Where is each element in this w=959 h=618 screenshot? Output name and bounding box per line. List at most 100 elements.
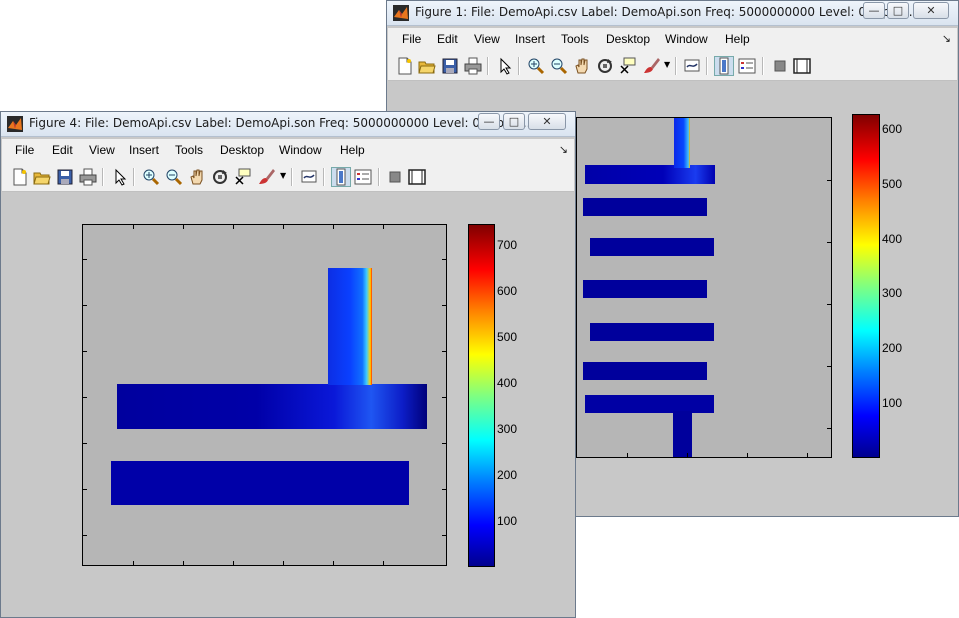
axis-tick xyxy=(283,561,284,565)
field-patch xyxy=(328,268,372,385)
field-patch xyxy=(673,411,692,457)
menu-insert[interactable]: Insert xyxy=(515,32,545,46)
open-file-icon[interactable] xyxy=(418,57,436,75)
data-cursor-icon[interactable] xyxy=(234,168,252,186)
minimize-button[interactable]: — xyxy=(863,2,885,19)
insert-colorbar-icon[interactable] xyxy=(714,56,734,76)
insert-legend-icon[interactable] xyxy=(354,168,372,186)
link-plot-icon[interactable] xyxy=(683,57,701,75)
insert-legend-icon[interactable] xyxy=(738,57,756,75)
figure-1-axes[interactable] xyxy=(576,117,832,458)
toolbar-separator xyxy=(378,168,380,186)
axis-tick xyxy=(442,535,446,536)
menu-edit[interactable]: Edit xyxy=(52,143,73,157)
close-icon: ✕ xyxy=(926,4,936,17)
toolbar-separator xyxy=(762,57,764,75)
zoom-out-icon[interactable] xyxy=(550,57,568,75)
menu-desktop[interactable]: Desktop xyxy=(606,32,650,46)
toolbar-separator xyxy=(518,57,520,75)
rotate-3d-icon[interactable] xyxy=(596,57,614,75)
menu-window[interactable]: Window xyxy=(665,32,708,46)
axis-tick xyxy=(827,304,831,305)
colorbar-tick-label: 300 xyxy=(882,286,903,300)
axis-tick xyxy=(133,225,134,229)
axis-tick xyxy=(383,225,384,229)
link-plot-icon[interactable] xyxy=(300,168,318,186)
print-icon[interactable] xyxy=(464,57,482,75)
maximize-button[interactable]: □ xyxy=(503,113,525,130)
colorbar-tick-label: 100 xyxy=(882,396,903,410)
dock-arrow-icon[interactable]: ↘ xyxy=(942,32,951,45)
colorbar-tick-label: 200 xyxy=(497,468,518,482)
menu-help[interactable]: Help xyxy=(725,32,750,46)
menu-tools[interactable]: Tools xyxy=(561,32,589,46)
axis-tick xyxy=(442,305,446,306)
figure-1-colorbar[interactable] xyxy=(852,114,880,458)
new-figure-icon[interactable] xyxy=(396,57,414,75)
figure-1-toolbar: ▼ xyxy=(388,52,957,81)
axis-tick xyxy=(627,453,628,457)
hide-plot-tools-icon[interactable] xyxy=(771,57,789,75)
figure-4-canvas: 700 600 500 400 300 200 100 xyxy=(2,192,574,609)
field-patch xyxy=(585,165,715,184)
menu-edit[interactable]: Edit xyxy=(437,32,458,46)
figure-1-titlebar[interactable]: Figure 1: File: DemoApi.csv Label: DemoA… xyxy=(387,1,958,26)
axis-tick xyxy=(83,351,87,352)
menu-desktop[interactable]: Desktop xyxy=(220,143,264,157)
zoom-out-icon[interactable] xyxy=(165,168,183,186)
data-cursor-icon[interactable] xyxy=(619,57,637,75)
chevron-down-icon[interactable]: ▼ xyxy=(280,171,286,180)
dock-arrow-icon[interactable]: ↘ xyxy=(559,143,568,156)
menu-window[interactable]: Window xyxy=(279,143,322,157)
colorbar-tick-label: 400 xyxy=(882,232,903,246)
save-icon[interactable] xyxy=(56,168,74,186)
menu-view[interactable]: View xyxy=(89,143,115,157)
menu-file[interactable]: File xyxy=(402,32,421,46)
maximize-button[interactable]: □ xyxy=(887,2,909,19)
menu-view[interactable]: View xyxy=(474,32,500,46)
toolbar-separator xyxy=(323,168,325,186)
zoom-in-icon[interactable] xyxy=(142,168,160,186)
menu-tools[interactable]: Tools xyxy=(175,143,203,157)
field-patch xyxy=(583,198,707,216)
figure-4-window[interactable]: Figure 4: File: DemoApi.csv Label: DemoA… xyxy=(0,111,576,618)
insert-colorbar-icon[interactable] xyxy=(331,167,351,187)
axis-tick xyxy=(83,535,87,536)
axis-tick xyxy=(183,225,184,229)
axis-tick xyxy=(747,453,748,457)
menu-insert[interactable]: Insert xyxy=(129,143,159,157)
zoom-in-icon[interactable] xyxy=(527,57,545,75)
figure-4-toolbar: ▼ xyxy=(2,163,574,192)
toolbar-separator xyxy=(706,57,708,75)
show-plot-tools-icon[interactable] xyxy=(793,57,811,75)
menu-file[interactable]: File xyxy=(15,143,34,157)
save-icon[interactable] xyxy=(441,57,459,75)
figure-4-colorbar[interactable] xyxy=(468,224,495,567)
axis-tick xyxy=(383,561,384,565)
pan-hand-icon[interactable] xyxy=(188,168,206,186)
open-file-icon[interactable] xyxy=(33,168,51,186)
figure-4-axes[interactable] xyxy=(82,224,447,566)
print-icon[interactable] xyxy=(79,168,97,186)
axis-tick xyxy=(333,561,334,565)
hide-plot-tools-icon[interactable] xyxy=(386,168,404,186)
menu-help[interactable]: Help xyxy=(340,143,365,157)
pan-hand-icon[interactable] xyxy=(573,57,591,75)
rotate-3d-icon[interactable] xyxy=(211,168,229,186)
edit-plot-pointer-icon[interactable] xyxy=(496,57,514,75)
toolbar-separator xyxy=(291,168,293,186)
matlab-logo-icon xyxy=(393,5,409,21)
close-button[interactable]: ✕ xyxy=(913,2,949,19)
minimize-button[interactable]: — xyxy=(478,113,500,130)
chevron-down-icon[interactable]: ▼ xyxy=(664,60,670,69)
toolbar-separator xyxy=(102,168,104,186)
close-button[interactable]: ✕ xyxy=(528,113,566,130)
figure-4-titlebar[interactable]: Figure 4: File: DemoApi.csv Label: DemoA… xyxy=(1,112,575,137)
new-figure-icon[interactable] xyxy=(11,168,29,186)
brush-icon[interactable] xyxy=(643,57,661,75)
toolbar-separator xyxy=(487,57,489,75)
brush-icon[interactable] xyxy=(258,168,276,186)
edit-plot-pointer-icon[interactable] xyxy=(111,168,129,186)
show-plot-tools-icon[interactable] xyxy=(408,168,426,186)
axis-tick xyxy=(442,489,446,490)
